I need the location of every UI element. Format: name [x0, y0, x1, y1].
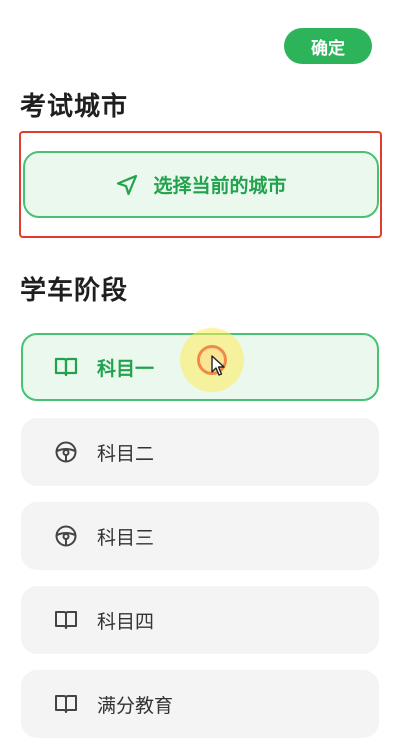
exam-city-title: 考试城市	[20, 92, 129, 122]
steering-wheel-icon	[53, 439, 79, 465]
stage-item-full-score-education[interactable]: 满分教育	[21, 670, 379, 738]
navigation-arrow-icon	[117, 174, 138, 195]
confirm-button[interactable]: 确定	[284, 28, 372, 64]
stage-item-subject-4[interactable]: 科目四	[21, 586, 379, 654]
select-city-label: 选择当前的城市	[153, 175, 287, 197]
stage-item-subject-2[interactable]: 科目二	[21, 418, 379, 486]
select-current-city-button[interactable]: 选择当前的城市	[23, 151, 379, 218]
learning-stage-title: 学车阶段	[20, 276, 129, 306]
mouse-cursor-icon	[211, 355, 225, 376]
steering-wheel-icon	[53, 523, 79, 549]
book-icon	[53, 607, 79, 633]
stage-item-label: 科目一	[97, 357, 155, 380]
book-icon	[53, 691, 79, 717]
stage-item-label: 科目三	[97, 526, 155, 549]
stage-item-subject-3[interactable]: 科目三	[21, 502, 379, 570]
stage-item-label: 满分教育	[97, 694, 174, 717]
book-icon	[53, 354, 79, 380]
stage-item-label: 科目四	[97, 610, 155, 633]
stage-item-label: 科目二	[97, 442, 155, 465]
